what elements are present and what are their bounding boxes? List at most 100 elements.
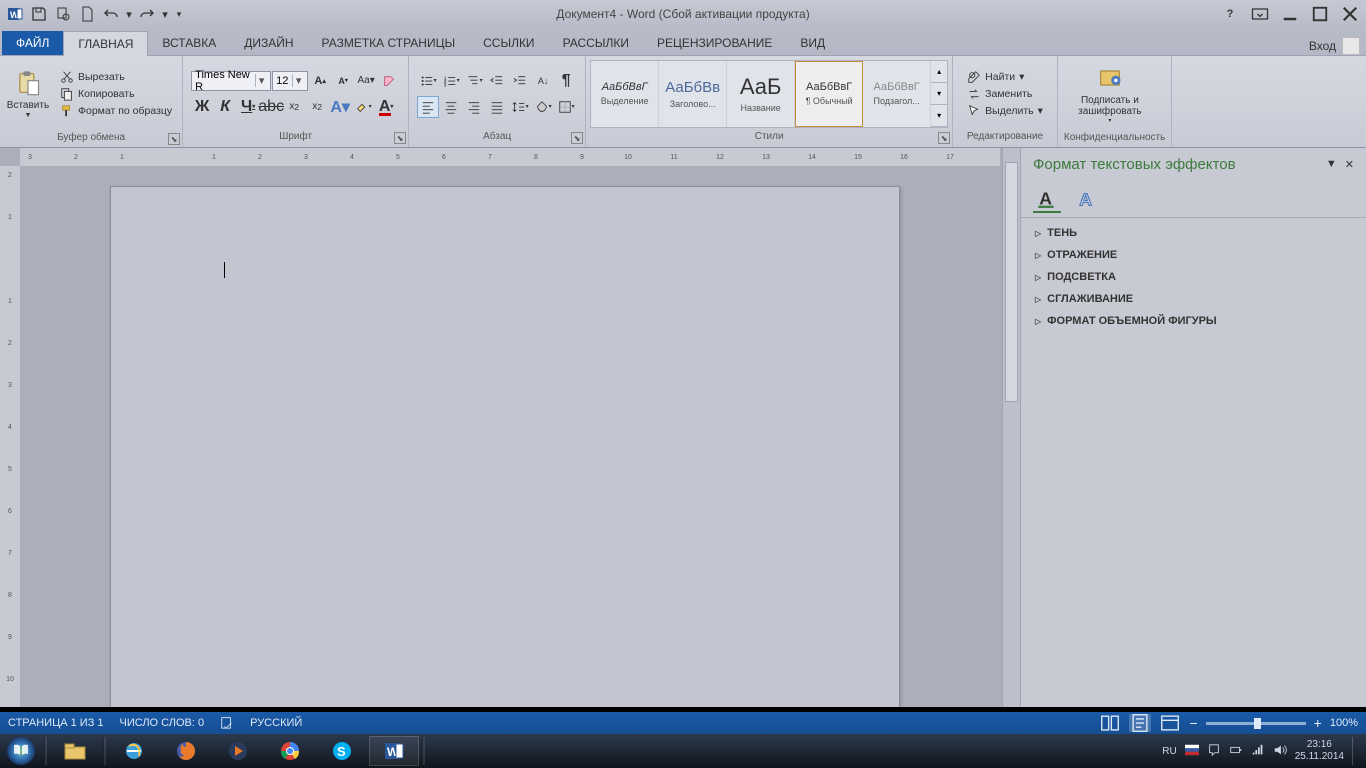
firefox-taskbar-icon[interactable] bbox=[161, 736, 211, 766]
pane-section-2[interactable]: ▷ПОДСВЕТКА bbox=[1021, 266, 1366, 288]
style-heading[interactable]: АаБбВвЗаголово... bbox=[659, 61, 727, 127]
tab-design[interactable]: ДИЗАЙН bbox=[230, 31, 307, 55]
tab-view[interactable]: ВИД bbox=[786, 31, 839, 55]
canvas[interactable] bbox=[20, 166, 1000, 707]
vertical-ruler[interactable]: 211234567891011 bbox=[0, 166, 20, 707]
zoom-out-icon[interactable]: − bbox=[1189, 715, 1197, 731]
print-preview-icon[interactable] bbox=[52, 3, 74, 25]
chevron-down-icon[interactable]: ▾ bbox=[292, 74, 304, 87]
superscript-icon[interactable]: x2 bbox=[306, 96, 328, 118]
new-doc-icon[interactable] bbox=[76, 3, 98, 25]
pane-section-3[interactable]: ▷СГЛАЖИВАНИЕ bbox=[1021, 288, 1366, 310]
pane-section-1[interactable]: ▷ОТРАЖЕНИЕ bbox=[1021, 244, 1366, 266]
avatar-icon[interactable] bbox=[1342, 37, 1360, 55]
close-icon[interactable] bbox=[1340, 4, 1360, 24]
styles-launcher-icon[interactable]: ⬊ bbox=[938, 132, 950, 144]
tray-action-center-icon[interactable] bbox=[1207, 743, 1221, 760]
line-spacing-icon[interactable]: ▾ bbox=[509, 96, 531, 118]
show-desktop-button[interactable] bbox=[1352, 737, 1360, 765]
underline-icon[interactable]: Ч▾ bbox=[237, 96, 259, 118]
word-icon[interactable]: W bbox=[4, 3, 26, 25]
decrease-indent-icon[interactable] bbox=[486, 70, 508, 92]
pane-section-0[interactable]: ▷ТЕНЬ bbox=[1021, 222, 1366, 244]
italic-icon[interactable]: К bbox=[214, 96, 236, 118]
tab-mailings[interactable]: РАССЫЛКИ bbox=[549, 31, 643, 55]
text-outline-tab-icon[interactable]: A bbox=[1073, 185, 1101, 213]
increase-indent-icon[interactable] bbox=[509, 70, 531, 92]
maximize-icon[interactable] bbox=[1310, 4, 1330, 24]
bullets-icon[interactable]: ▾ bbox=[417, 70, 439, 92]
zoom-in-icon[interactable]: + bbox=[1314, 715, 1322, 731]
status-page[interactable]: СТРАНИЦА 1 ИЗ 1 bbox=[8, 717, 104, 729]
styles-up-icon[interactable]: ▴ bbox=[931, 61, 947, 83]
font-name-combo[interactable]: Times New R▾ bbox=[191, 71, 271, 91]
tray-clock[interactable]: 23:1625.11.2014 bbox=[1295, 739, 1344, 763]
shading-icon[interactable]: ▾ bbox=[532, 96, 554, 118]
multilevel-icon[interactable]: ▾ bbox=[463, 70, 485, 92]
font-launcher-icon[interactable]: ⬊ bbox=[394, 132, 406, 144]
replace-button[interactable]: Заменить bbox=[961, 86, 1049, 102]
pane-menu-icon[interactable]: ▼ bbox=[1326, 158, 1337, 171]
zoom-level[interactable]: 100% bbox=[1330, 717, 1358, 729]
zoom-slider[interactable] bbox=[1206, 722, 1306, 725]
grow-font-icon[interactable]: A▴ bbox=[309, 70, 331, 92]
subscript-icon[interactable]: x2 bbox=[283, 96, 305, 118]
explorer-taskbar-icon[interactable] bbox=[50, 736, 100, 766]
ie-taskbar-icon[interactable] bbox=[109, 736, 159, 766]
tab-review[interactable]: РЕЦЕНЗИРОВАНИЕ bbox=[643, 31, 786, 55]
tray-network-icon[interactable] bbox=[1251, 743, 1265, 760]
borders-icon[interactable]: ▾ bbox=[555, 96, 577, 118]
signin-label[interactable]: Вход bbox=[1309, 39, 1336, 53]
word-taskbar-icon[interactable]: W bbox=[369, 736, 419, 766]
paragraph-launcher-icon[interactable]: ⬊ bbox=[571, 132, 583, 144]
bold-icon[interactable]: Ж bbox=[191, 96, 213, 118]
page[interactable] bbox=[110, 186, 900, 707]
tab-references[interactable]: ССЫЛКИ bbox=[469, 31, 548, 55]
keyboard-lang[interactable]: RU bbox=[1162, 746, 1176, 757]
tab-insert[interactable]: ВСТАВКА bbox=[148, 31, 230, 55]
horizontal-ruler[interactable]: 3211234567891011121314151617 bbox=[20, 148, 1000, 166]
redo-dropdown-icon[interactable]: ▾ bbox=[160, 3, 170, 25]
tray-power-icon[interactable] bbox=[1229, 743, 1243, 760]
help-icon[interactable]: ? bbox=[1220, 4, 1240, 24]
styles-down-icon[interactable]: ▾ bbox=[931, 83, 947, 105]
minimize-icon[interactable] bbox=[1280, 4, 1300, 24]
print-layout-icon[interactable] bbox=[1129, 714, 1151, 732]
mediaplayer-taskbar-icon[interactable] bbox=[213, 736, 263, 766]
pane-section-4[interactable]: ▷ФОРМАТ ОБЪЕМНОЙ ФИГУРЫ bbox=[1021, 310, 1366, 332]
sign-encrypt-button[interactable]: Подписать и зашифровать▾ bbox=[1062, 58, 1158, 130]
font-size-combo[interactable]: 12▾ bbox=[272, 71, 308, 91]
zoom-knob[interactable] bbox=[1254, 718, 1261, 729]
tray-flag-icon[interactable] bbox=[1185, 743, 1199, 760]
clipboard-launcher-icon[interactable]: ⬊ bbox=[168, 133, 180, 145]
undo-dropdown-icon[interactable]: ▾ bbox=[124, 3, 134, 25]
style-emphasis[interactable]: АаБбВвГВыделение bbox=[591, 61, 659, 127]
align-right-icon[interactable] bbox=[463, 96, 485, 118]
sort-icon[interactable]: A↓ bbox=[532, 70, 554, 92]
web-layout-icon[interactable] bbox=[1159, 714, 1181, 732]
cut-button[interactable]: Вырезать bbox=[54, 69, 178, 85]
format-painter-button[interactable]: Формат по образцу bbox=[54, 103, 178, 119]
redo-icon[interactable] bbox=[136, 3, 158, 25]
text-effects-icon[interactable]: A▾ bbox=[329, 96, 351, 118]
strike-icon[interactable]: abc bbox=[260, 96, 282, 118]
text-fill-tab-icon[interactable]: A bbox=[1033, 185, 1061, 213]
paste-button[interactable]: Вставить ▼ bbox=[4, 58, 52, 130]
scroll-thumb[interactable] bbox=[1005, 162, 1018, 402]
tray-volume-icon[interactable] bbox=[1273, 743, 1287, 760]
show-marks-icon[interactable]: ¶ bbox=[555, 70, 577, 92]
copy-button[interactable]: Копировать bbox=[54, 86, 178, 102]
find-button[interactable]: Найти ▾ bbox=[961, 69, 1049, 85]
justify-icon[interactable] bbox=[486, 96, 508, 118]
font-color-icon[interactable]: A▾ bbox=[375, 96, 397, 118]
clear-format-icon[interactable] bbox=[378, 70, 400, 92]
tab-layout[interactable]: РАЗМЕТКА СТРАНИЦЫ bbox=[308, 31, 470, 55]
highlight-icon[interactable]: ▾ bbox=[352, 96, 374, 118]
style-title[interactable]: АаБНазвание bbox=[727, 61, 795, 127]
pane-close-icon[interactable]: ✕ bbox=[1345, 158, 1354, 171]
select-button[interactable]: Выделить ▾ bbox=[961, 103, 1049, 119]
chrome-taskbar-icon[interactable] bbox=[265, 736, 315, 766]
align-center-icon[interactable] bbox=[440, 96, 462, 118]
align-left-icon[interactable] bbox=[417, 96, 439, 118]
save-icon[interactable] bbox=[28, 3, 50, 25]
